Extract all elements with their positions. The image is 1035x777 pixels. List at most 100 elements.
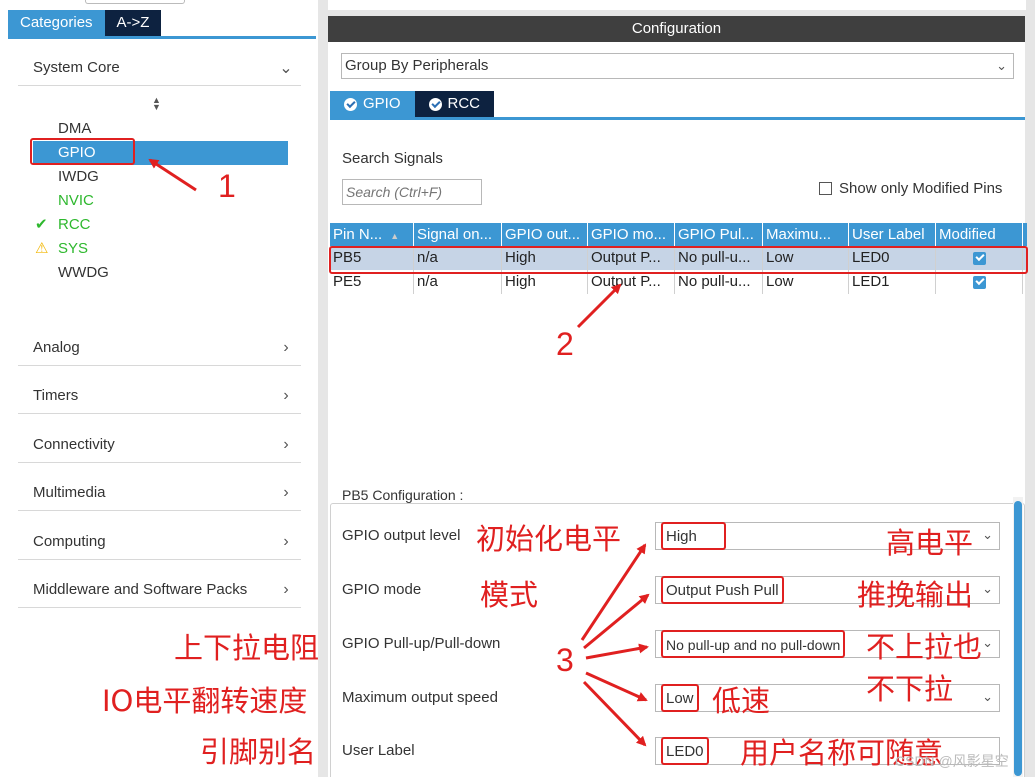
column-header[interactable]: Modified bbox=[936, 223, 1023, 246]
chevron-right-icon[interactable]: › bbox=[271, 436, 301, 454]
search-signals-label: Search Signals bbox=[342, 150, 443, 167]
field-label-gpio-mode: GPIO mode bbox=[342, 581, 422, 598]
chevron-right-icon[interactable]: › bbox=[271, 339, 301, 357]
tab-gpio[interactable]: GPIO bbox=[330, 91, 415, 117]
field-label-user-label: User Label bbox=[342, 742, 415, 759]
field-label-output-level: GPIO output level bbox=[342, 527, 461, 544]
left-tabs: Categories A->Z bbox=[8, 10, 162, 36]
column-header[interactable]: Signal on... bbox=[414, 223, 502, 246]
group-by-value: Group By Peripherals bbox=[345, 57, 489, 74]
top-strip bbox=[328, 0, 1026, 10]
annotation-no-pull-1: 不上拉也 bbox=[866, 630, 983, 664]
field-label-max-speed: Maximum output speed bbox=[342, 689, 498, 706]
table-header: Pin N... ▲ Signal on... GPIO out... GPIO … bbox=[330, 223, 1027, 246]
category-middleware[interactable]: Middleware and Software Packs › bbox=[18, 572, 301, 608]
column-header[interactable]: GPIO out... bbox=[502, 223, 588, 246]
user-label-value: LED0 bbox=[661, 737, 709, 765]
tab-underline bbox=[330, 117, 1025, 120]
tab-label: RCC bbox=[447, 95, 481, 112]
chevron-down-icon: ⌄ bbox=[982, 581, 993, 596]
scrollbar[interactable] bbox=[1013, 497, 1023, 777]
highlight-box-pb5-row bbox=[329, 246, 1028, 274]
annotation-number-1: 1 bbox=[218, 168, 236, 204]
category-system-core[interactable]: System Core ⌄ bbox=[18, 50, 301, 86]
category-multimedia[interactable]: Multimedia › bbox=[18, 475, 301, 511]
category-label: Analog bbox=[33, 339, 80, 356]
item-label: IWDG bbox=[58, 168, 99, 185]
tab-label: GPIO bbox=[363, 95, 401, 112]
chevron-down-icon: ⌄ bbox=[996, 58, 1007, 73]
checkbox-label: Show only Modified Pins bbox=[839, 180, 1003, 197]
column-header[interactable]: GPIO mo... bbox=[588, 223, 675, 246]
chevron-right-icon[interactable]: › bbox=[271, 484, 301, 502]
annotation-number-3: 3 bbox=[556, 642, 574, 678]
highlight-box-gpio bbox=[30, 138, 135, 165]
category-label: System Core bbox=[33, 59, 120, 76]
list-item-rcc[interactable]: ✔ RCC bbox=[33, 213, 288, 237]
list-item-iwdg[interactable]: IWDG bbox=[33, 165, 288, 189]
list-item-nvic[interactable]: NVIC bbox=[33, 189, 288, 213]
check-circle-icon bbox=[344, 97, 357, 111]
column-header[interactable]: GPIO Pul... bbox=[675, 223, 763, 246]
chevron-down-icon: ⌄ bbox=[982, 689, 993, 704]
chevron-right-icon[interactable]: › bbox=[271, 533, 301, 551]
chevron-down-icon: ⌄ bbox=[982, 635, 993, 650]
show-modified-checkbox[interactable]: Show only Modified Pins bbox=[819, 180, 1002, 197]
peripheral-tabs: GPIO RCC bbox=[330, 91, 495, 117]
check-circle-icon bbox=[428, 97, 442, 111]
category-timers[interactable]: Timers › bbox=[18, 378, 301, 414]
annotation-mode: 模式 bbox=[480, 578, 539, 612]
category-computing[interactable]: Computing › bbox=[18, 524, 301, 560]
item-label: WWDG bbox=[58, 264, 109, 281]
watermark: CSDN @风影星空 bbox=[895, 753, 1009, 769]
annotation-no-pull-2: 不下拉 bbox=[866, 672, 954, 706]
category-label: Multimedia bbox=[33, 484, 106, 501]
category-label: Connectivity bbox=[33, 436, 115, 453]
list-item-wwdg[interactable]: WWDG bbox=[33, 261, 288, 285]
category-label: Timers bbox=[33, 387, 79, 404]
top-search-stub bbox=[85, 0, 185, 4]
annotation-push-pull: 推挽输出 bbox=[857, 578, 974, 612]
list-item-sys[interactable]: ⚠ SYS bbox=[33, 237, 288, 261]
checked-icon bbox=[972, 275, 986, 289]
configuration-title: Configuration bbox=[328, 16, 1025, 42]
pin-configuration-title: PB5 Configuration : bbox=[338, 487, 468, 503]
chevron-right-icon[interactable]: › bbox=[271, 581, 301, 599]
column-label: Pin N... bbox=[333, 226, 383, 243]
item-label: SYS bbox=[58, 240, 89, 257]
column-header[interactable]: User Label bbox=[849, 223, 936, 246]
output-level-value: High bbox=[661, 522, 726, 550]
annotation-number-2: 2 bbox=[556, 326, 574, 362]
annotation-speed: IO电平翻转速度 bbox=[102, 684, 308, 718]
checkbox-icon[interactable] bbox=[819, 182, 832, 195]
item-label: DMA bbox=[58, 120, 92, 137]
item-label: NVIC bbox=[58, 192, 94, 209]
group-by-select[interactable]: Group By Peripherals ⌄ bbox=[341, 53, 1014, 79]
scrollbar-thumb[interactable] bbox=[1014, 501, 1022, 776]
tab-categories[interactable]: Categories bbox=[8, 10, 105, 36]
annotation-high-level: 高电平 bbox=[886, 526, 974, 560]
warning-icon: ⚠ bbox=[35, 240, 49, 257]
tab-underline bbox=[8, 36, 316, 39]
category-label: Computing bbox=[33, 533, 106, 550]
category-analog[interactable]: Analog › bbox=[18, 330, 301, 366]
sort-icon[interactable]: ▲ ▼ bbox=[152, 96, 161, 112]
column-header[interactable]: Pin N... ▲ bbox=[330, 223, 414, 246]
item-label: RCC bbox=[58, 216, 91, 233]
tab-rcc[interactable]: RCC bbox=[414, 91, 495, 117]
field-label-pull: GPIO Pull-up/Pull-down bbox=[342, 635, 501, 652]
chevron-down-icon[interactable]: ⌄ bbox=[271, 58, 301, 78]
annotation-low-speed: 低速 bbox=[712, 684, 771, 718]
chevron-down-icon: ⌄ bbox=[982, 527, 993, 542]
max-speed-value: Low bbox=[661, 684, 699, 712]
chevron-right-icon[interactable]: › bbox=[271, 387, 301, 405]
tab-a-z[interactable]: A->Z bbox=[104, 10, 162, 36]
column-header[interactable]: Maximu... bbox=[763, 223, 849, 246]
category-connectivity[interactable]: Connectivity › bbox=[18, 427, 301, 463]
check-icon: ✔ bbox=[35, 216, 48, 233]
annotation-init-level: 初始化电平 bbox=[476, 522, 622, 556]
pull-value: No pull-up and no pull-down bbox=[661, 630, 846, 658]
search-input[interactable] bbox=[342, 179, 482, 205]
category-label: Middleware and Software Packs bbox=[33, 581, 248, 598]
sort-up-icon: ▲ bbox=[390, 231, 400, 241]
